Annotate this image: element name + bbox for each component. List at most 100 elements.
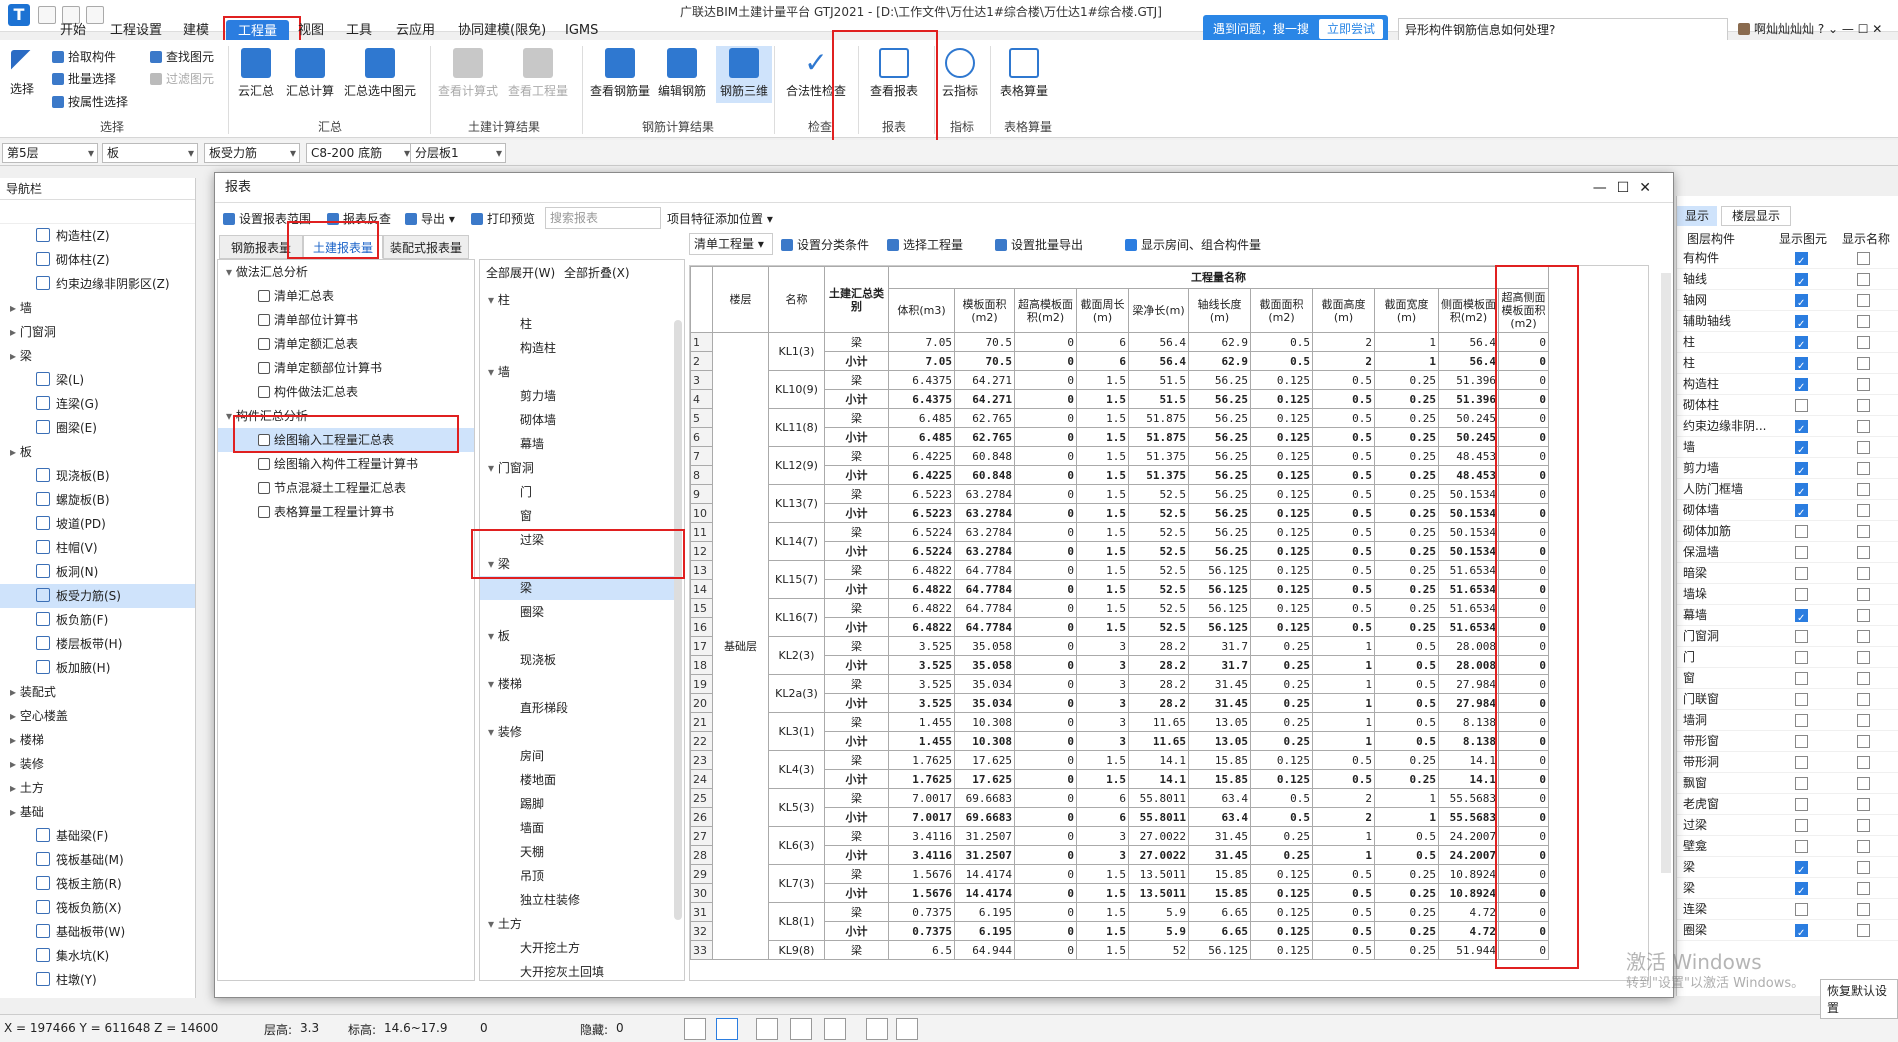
print-preview-button[interactable]: 打印预览 [471, 209, 535, 229]
layer-row[interactable]: 飘窗 [1677, 773, 1898, 794]
tree-group[interactable]: ▾ 板 [480, 624, 678, 648]
nav-item[interactable]: 构造柱(Z) [0, 224, 195, 248]
component-item[interactable]: 直形梯段 [480, 696, 678, 720]
show-name-checkbox[interactable] [1857, 651, 1870, 664]
show-name-checkbox[interactable] [1857, 714, 1870, 727]
nav-item[interactable]: 螺旋板(B) [0, 488, 195, 512]
show-element-checkbox[interactable] [1795, 482, 1808, 503]
component-item[interactable]: 幕墙 [480, 432, 678, 456]
table-row[interactable]: 21 KL3(1) 梁 1.455 10.308 0 3 11.65 13.05 0.25 1 0.5… [690, 712, 1549, 751]
nav-item[interactable]: 板洞(N) [0, 560, 195, 584]
table-row[interactable]: 23 KL4(3) 梁 1.7625 17.625 0 1.5 14.1 15.85 0.125 0… [690, 750, 1549, 789]
cloud-index-button[interactable]: 云指标 [942, 48, 978, 99]
report-item[interactable]: 清单汇总表 [218, 284, 474, 308]
component-item[interactable]: 吊顶 [480, 864, 678, 888]
layer-row[interactable]: 构造柱 [1677, 374, 1898, 398]
nav-item[interactable]: 筏板主筋(R) [0, 872, 195, 896]
layer-row[interactable]: 门窗洞 [1677, 626, 1898, 647]
report-item[interactable]: 清单定额汇总表 [218, 332, 474, 356]
report-item[interactable]: 绘图输入构件工程量计算书 [218, 452, 474, 476]
collapse-arrow-icon[interactable]: ▾ [488, 677, 498, 691]
show-element-checkbox[interactable] [1795, 377, 1808, 398]
show-element-checkbox[interactable] [1795, 335, 1808, 356]
show-name-checkbox[interactable] [1857, 294, 1870, 307]
show-name-checkbox[interactable] [1857, 756, 1870, 769]
tree-group[interactable]: ▾ 墙 [480, 360, 678, 384]
view-formula-button[interactable]: 查看计算式 [438, 48, 498, 99]
show-element-checkbox[interactable] [1795, 588, 1808, 601]
show-name-checkbox[interactable] [1857, 630, 1870, 643]
show-element-checkbox[interactable] [1795, 608, 1808, 629]
question-search-input[interactable]: 异形构件钢筋信息如何处理? [1398, 18, 1728, 42]
select-button[interactable]: 选择 [10, 50, 34, 97]
nav-item[interactable]: ▸ 装修 [0, 752, 195, 776]
show-element-checkbox[interactable] [1795, 440, 1808, 461]
save-icon[interactable] [38, 6, 56, 24]
table-row[interactable]: 3 KL10(9) 梁 6.4375 64.271 0 1.5 51.5 56.25 0.125 0… [690, 370, 1549, 409]
nav-item[interactable]: 圈梁(E) [0, 416, 195, 440]
component-item[interactable]: 墙面 [480, 816, 678, 840]
show-name-checkbox[interactable] [1857, 693, 1870, 706]
nav-item[interactable]: ▸ 空心楼盖 [0, 704, 195, 728]
layer-row[interactable]: 柱 [1677, 332, 1898, 356]
show-name-checkbox[interactable] [1857, 609, 1870, 622]
snap-icon[interactable] [684, 1018, 706, 1040]
show-name-checkbox[interactable] [1857, 882, 1870, 895]
tree-group[interactable]: ▾ 门窗洞 [480, 456, 678, 480]
component-item[interactable]: 剪力墙 [480, 384, 678, 408]
arc-icon[interactable] [896, 1018, 918, 1040]
expand-arrow-icon[interactable]: ▸ [10, 349, 20, 363]
nav-item[interactable]: 柱墩(Y) [0, 968, 195, 992]
show-name-checkbox[interactable] [1857, 336, 1870, 349]
table-row[interactable]: 33 KL9(8) 梁 6.5 64.944 0 1.5 52 56.125 0.125 0.5 0.… [690, 940, 1549, 960]
collapse-arrow-icon[interactable]: ▾ [488, 461, 498, 475]
nav-item[interactable]: 连梁(G) [0, 392, 195, 416]
expand-arrow-icon[interactable]: ▸ [10, 301, 20, 315]
report-item[interactable]: 表格算量工程量计算书 [218, 500, 474, 524]
show-element-checkbox[interactable] [1795, 651, 1808, 664]
show-name-checkbox[interactable] [1857, 525, 1870, 538]
show-name-checkbox[interactable] [1857, 777, 1870, 790]
layer-row[interactable]: 壁龛 [1677, 836, 1898, 857]
tab-display[interactable]: 显示 [1677, 206, 1717, 226]
scrollbar[interactable] [674, 320, 682, 920]
nav-item[interactable]: 现浇板(B) [0, 464, 195, 488]
show-name-checkbox[interactable] [1857, 903, 1870, 916]
layer-row[interactable]: 保温墙 [1677, 542, 1898, 563]
show-name-checkbox[interactable] [1857, 252, 1870, 265]
table-row[interactable]: 1 基础层 KL1(3) 梁 7.05 70.5 0 6 56.4 62.9 0.5 2 1 56.4 0 [690, 332, 1549, 960]
show-element-checkbox[interactable] [1795, 546, 1808, 559]
nav-item[interactable]: 板受力筋(S) [0, 584, 195, 608]
layer-row[interactable]: 门联窗 [1677, 689, 1898, 710]
component-item[interactable]: 现浇板 [480, 648, 678, 672]
layer-row[interactable]: 老虎窗 [1677, 794, 1898, 815]
table-row[interactable]: 17 KL2(3) 梁 3.525 35.058 0 3 28.2 31.7 0.25 1 0.5 28… [690, 636, 1549, 675]
expand-arrow-icon[interactable]: ▸ [10, 685, 20, 699]
menu-cloud[interactable]: 云应用 [396, 20, 435, 42]
table-row[interactable]: 9 KL13(7) 梁 6.5223 63.2784 0 1.5 52.5 56.25 0.125… [690, 484, 1549, 523]
layer-row[interactable]: 窗 [1677, 668, 1898, 689]
menu-project-settings[interactable]: 工程设置 [110, 20, 162, 42]
show-element-checkbox[interactable] [1795, 293, 1808, 314]
component-item[interactable]: 梁 [480, 576, 678, 600]
copy-icon[interactable] [866, 1018, 888, 1040]
show-room-checkbox[interactable]: 显示房间、组合构件量 [1125, 235, 1261, 255]
component-item[interactable]: 窗 [480, 504, 678, 528]
summary-calc-button[interactable]: 汇总计算 [286, 48, 334, 99]
report-item[interactable]: 清单部位计算书 [218, 308, 474, 332]
show-name-checkbox[interactable] [1857, 483, 1870, 496]
help-icon[interactable]: ? ⌄ — ☐ ✕ [1818, 22, 1883, 36]
help-try-button[interactable]: 立即尝试 [1319, 19, 1384, 39]
show-name-checkbox[interactable] [1857, 462, 1870, 475]
show-name-checkbox[interactable] [1857, 735, 1870, 748]
table-scrollbar[interactable] [1661, 273, 1671, 873]
show-name-checkbox[interactable] [1857, 315, 1870, 328]
show-name-checkbox[interactable] [1857, 378, 1870, 391]
show-name-checkbox[interactable] [1857, 441, 1870, 454]
table-row[interactable]: 15 KL16(7) 梁 6.4822 64.7784 0 1.5 52.5 56.125 0.1… [690, 598, 1549, 637]
show-name-checkbox[interactable] [1857, 399, 1870, 412]
report-item[interactable]: 清单定额部位计算书 [218, 356, 474, 380]
set-category-button[interactable]: 设置分类条件 [781, 235, 869, 255]
show-element-checkbox[interactable] [1795, 272, 1808, 293]
show-element-checkbox[interactable] [1795, 693, 1808, 706]
